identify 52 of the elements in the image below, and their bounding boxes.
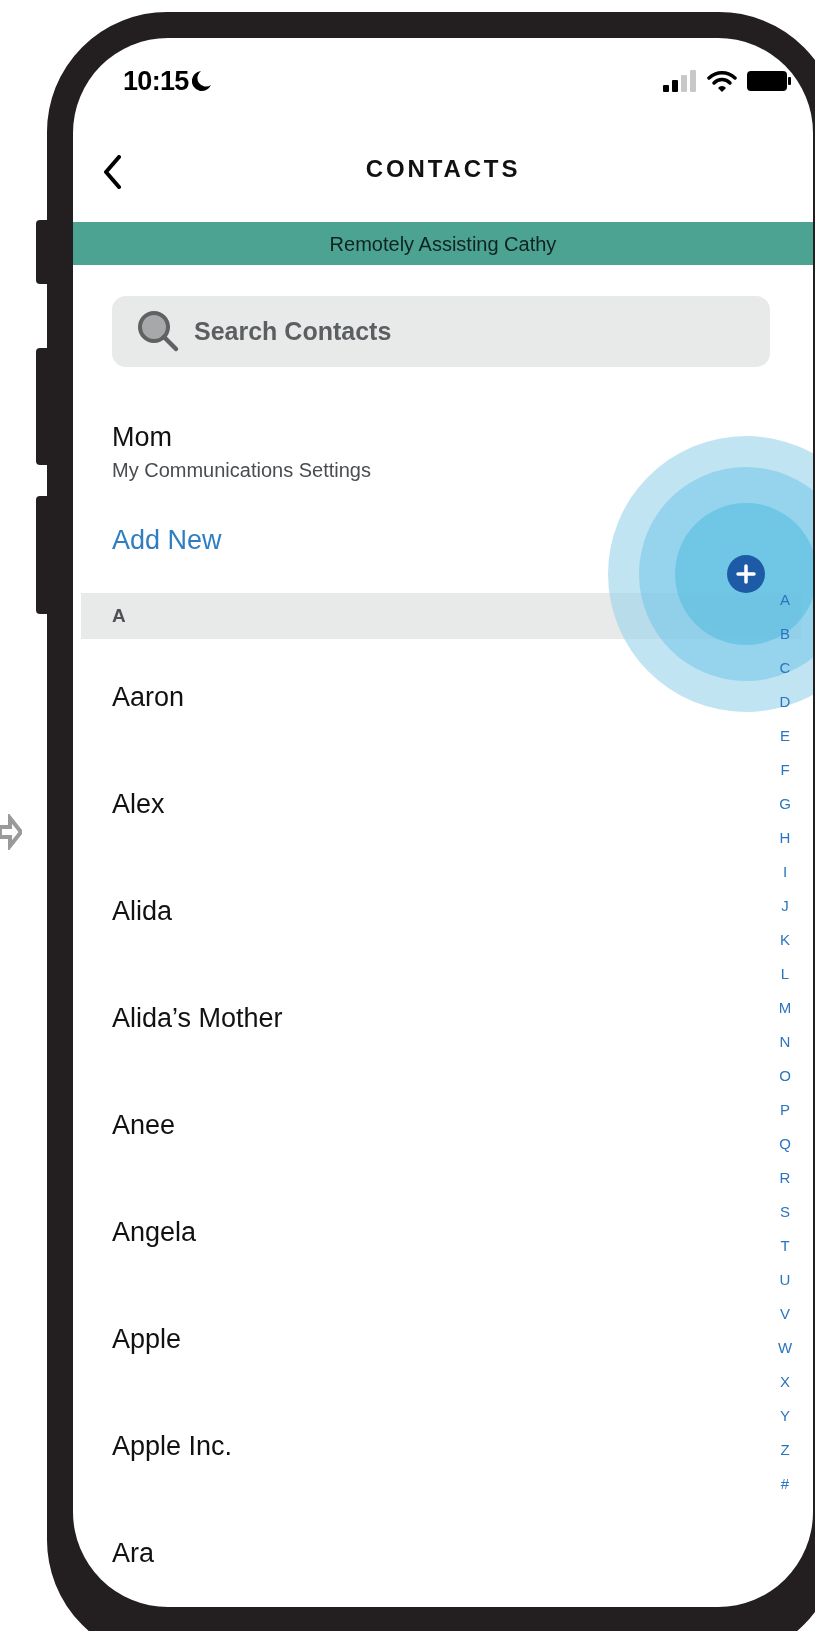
- contact-name[interactable]: Apple: [112, 1319, 182, 1360]
- index-letter[interactable]: B: [780, 617, 790, 651]
- add-new-link[interactable]: Add New: [112, 524, 222, 556]
- status-time: 10:15: [123, 64, 189, 98]
- index-letter[interactable]: V: [780, 1297, 790, 1331]
- search-icon: [136, 309, 180, 354]
- index-letter[interactable]: S: [780, 1195, 790, 1229]
- contact-name[interactable]: Aaron: [112, 677, 185, 718]
- battery-icon: [747, 70, 791, 93]
- contact-name[interactable]: Apple Inc.: [112, 1426, 233, 1467]
- contact-name[interactable]: Ara: [112, 1533, 155, 1574]
- index-letter[interactable]: M: [778, 991, 792, 1025]
- index-letter[interactable]: N: [779, 1025, 791, 1059]
- index-letter[interactable]: H: [779, 821, 791, 855]
- index-letter[interactable]: R: [779, 1161, 791, 1195]
- signal-icon: [663, 70, 697, 93]
- index-letter[interactable]: #: [780, 1467, 790, 1501]
- index-letter[interactable]: C: [779, 651, 791, 685]
- index-letter[interactable]: I: [782, 855, 788, 889]
- wifi-icon: [707, 70, 737, 93]
- index-letter[interactable]: D: [779, 685, 791, 719]
- plus-icon: [735, 563, 757, 585]
- index-letter[interactable]: O: [779, 1059, 791, 1093]
- index-letter[interactable]: U: [779, 1263, 791, 1297]
- back-chevron-icon: [103, 155, 121, 190]
- index-letter[interactable]: Y: [780, 1399, 790, 1433]
- index-letter[interactable]: Q: [779, 1127, 791, 1161]
- index-letter[interactable]: G: [779, 787, 791, 821]
- index-letter[interactable]: L: [780, 957, 790, 991]
- index-letter[interactable]: P: [780, 1093, 790, 1127]
- index-letter[interactable]: Z: [780, 1433, 790, 1467]
- contact-name[interactable]: Alida: [112, 891, 173, 932]
- index-letter[interactable]: X: [780, 1365, 790, 1399]
- contact-name[interactable]: Anee: [112, 1105, 176, 1146]
- page-title: CONTACTS: [365, 154, 521, 185]
- contact-name[interactable]: Angela: [112, 1212, 197, 1253]
- contact-name[interactable]: Alida’s Mother: [112, 998, 283, 1039]
- contact-subtitle: My Communications Settings: [112, 458, 372, 483]
- index-letter[interactable]: J: [781, 889, 789, 923]
- search-field[interactable]: Search Contacts: [112, 295, 770, 367]
- status-banner: Remotely Assisting Cathy: [73, 222, 813, 265]
- index-letter[interactable]: K: [780, 923, 790, 957]
- moon-icon: [191, 70, 212, 93]
- contact-name[interactable]: Alex: [112, 784, 165, 825]
- index-letter[interactable]: W: [777, 1331, 793, 1365]
- arrow-icon: [0, 814, 22, 850]
- index-letter[interactable]: F: [780, 753, 790, 787]
- contact-name[interactable]: Mom: [112, 421, 813, 453]
- search-input[interactable]: Search Contacts: [194, 312, 714, 351]
- add-contact-button[interactable]: [727, 555, 765, 593]
- index-letter[interactable]: E: [780, 719, 790, 753]
- index-letter[interactable]: T: [780, 1229, 790, 1263]
